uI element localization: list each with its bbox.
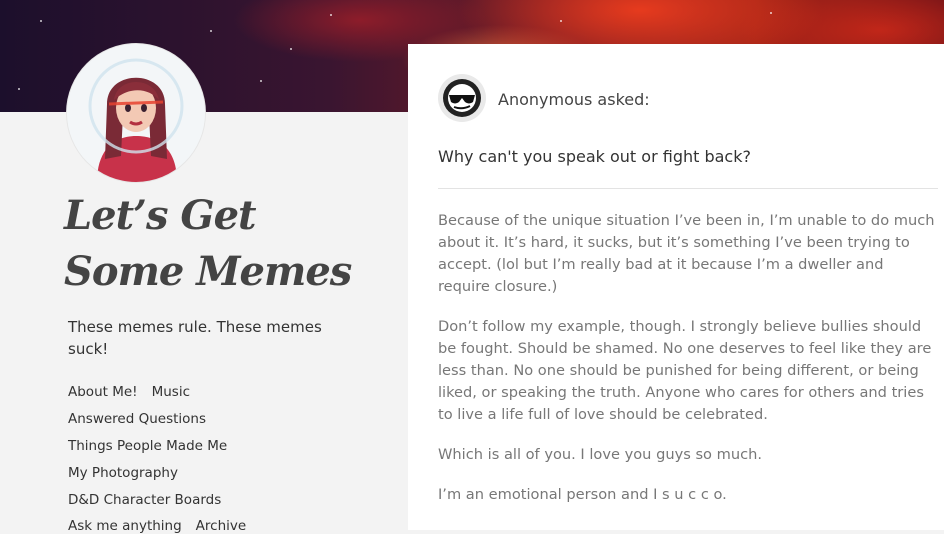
star [260, 80, 262, 82]
answer-paragraph: I’m an emotional person and I s u c c o. [438, 486, 727, 503]
nav-row: Answered Questions [68, 411, 206, 427]
asker-avatar[interactable] [438, 74, 486, 122]
answer-paragraph: Because of the unique situation I’ve bee… [438, 212, 935, 295]
star [560, 20, 562, 22]
answer-paragraph: Which is all of you. I love you guys so … [438, 446, 763, 463]
star [290, 48, 292, 50]
asker-name: Anonymous asked: [498, 90, 650, 109]
blog-avatar[interactable] [67, 44, 205, 182]
nav-archive[interactable]: Archive [196, 518, 247, 534]
answer-paragraph: Don’t follow my example, though. I stron… [438, 318, 932, 423]
answer-body: Because of the unique situation I’ve bee… [438, 210, 938, 524]
nav-ask-me-anything[interactable]: Ask me anything [68, 518, 182, 534]
blog-title[interactable]: Let’s Get Some Memes [64, 188, 384, 300]
star [18, 88, 20, 90]
question-text: Why can't you speak out or fight back? [438, 147, 751, 166]
nav-my-photography[interactable]: My Photography [68, 465, 178, 481]
nav-music[interactable]: Music [152, 384, 190, 400]
anonymous-sunglasses-icon [443, 79, 481, 117]
nav-things-people-made-me[interactable]: Things People Made Me [68, 438, 227, 454]
nav-dnd-character-boards[interactable]: D&D Character Boards [68, 492, 221, 508]
post-card: Anonymous asked: Why can't you speak out… [408, 44, 944, 530]
blog-description: These memes rule. These memes suck! [68, 318, 322, 358]
nav-row: My Photography [68, 465, 178, 481]
star [770, 12, 772, 14]
star [330, 14, 332, 16]
divider [438, 188, 938, 189]
nav-row: D&D Character Boards [68, 492, 221, 508]
nav-answered-questions[interactable]: Answered Questions [68, 411, 206, 427]
nav-row: Ask me anything Archive [68, 518, 246, 534]
nav-about-me[interactable]: About Me! [68, 384, 138, 400]
star [210, 30, 212, 32]
nav-row: About Me! Music [68, 384, 190, 400]
astronaut-girl-avatar-icon [67, 44, 205, 182]
star [40, 20, 42, 22]
nav-row: Things People Made Me [68, 438, 227, 454]
